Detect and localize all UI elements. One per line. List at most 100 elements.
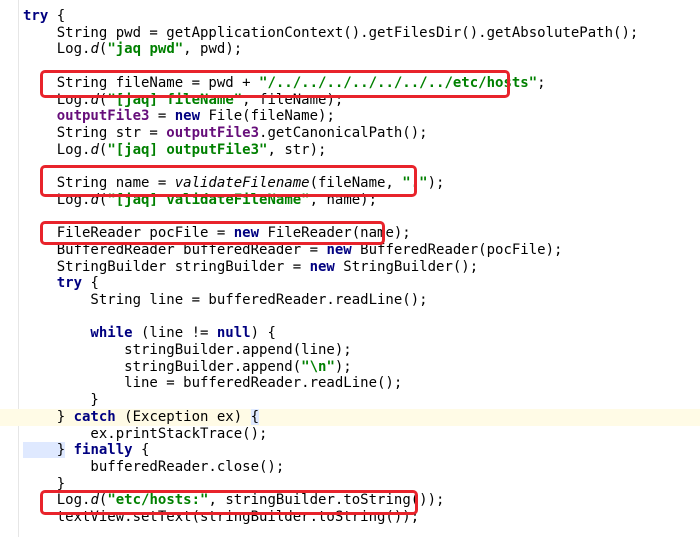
code-token: d	[90, 191, 99, 208]
code-line[interactable]	[0, 58, 700, 75]
code-token: outputFile3	[23, 108, 150, 125]
code-token: "etc/hosts:"	[107, 492, 209, 509]
code-token: String pwd = getApplicationContext().get…	[23, 24, 639, 41]
code-line[interactable]: String line = bufferedReader.readLine();	[0, 292, 700, 309]
code-token: "[jaq] fileName"	[107, 91, 243, 108]
code-line[interactable]	[0, 208, 700, 225]
code-line[interactable]: String str = outputFile3.getCanonicalPat…	[0, 125, 700, 142]
code-token: finally	[73, 442, 133, 459]
code-token: Log.	[23, 191, 91, 208]
code-line[interactable]: }	[0, 392, 700, 409]
code-line[interactable]: String fileName = pwd + "/../../../../..…	[0, 75, 700, 92]
code-token: try	[23, 275, 83, 292]
code-token: String line = bufferedReader.readLine();	[23, 291, 428, 308]
code-token: d	[90, 492, 99, 509]
code-token: null	[216, 325, 251, 342]
code-token: d	[90, 91, 99, 108]
code-token: line = bufferedReader.readLine();	[23, 375, 403, 392]
code-line[interactable]: outputFile3 = new File(fileName);	[0, 108, 700, 125]
code-token: bufferedReader.close();	[23, 458, 285, 475]
code-token: Log.	[23, 492, 91, 509]
code-line[interactable]: StringBuilder stringBuilder = new String…	[0, 259, 700, 276]
code-token: "\n"	[301, 358, 335, 375]
code-line[interactable]: } finally {	[0, 442, 700, 459]
code-editor[interactable]: try { String pwd = getApplicationContext…	[0, 0, 700, 537]
code-line[interactable]: while (line != null) {	[0, 325, 700, 342]
code-token: }	[23, 408, 74, 425]
code-token: FileReader(name);	[259, 225, 411, 242]
code-token: stringBuilder.append(	[23, 358, 302, 375]
code-token: d	[90, 141, 99, 158]
code-token: "[jaq] outputFile3"	[107, 141, 268, 158]
code-token: , pwd);	[183, 41, 243, 58]
code-line[interactable]: try {	[0, 275, 700, 292]
code-token: , fileName);	[242, 91, 344, 108]
code-line[interactable]: Log.d("[jaq] fileName", fileName);	[0, 92, 700, 109]
code-token: }	[23, 442, 66, 459]
code-line[interactable]: try {	[0, 8, 700, 25]
code-token: File(fileName);	[200, 108, 335, 125]
code-line[interactable]: String name = validateFilename(fileName,…	[0, 175, 700, 192]
code-line[interactable]: line = bufferedReader.readLine();	[0, 375, 700, 392]
code-token: ex.printStackTrace();	[23, 425, 268, 442]
code-line[interactable]: textView.setText(stringBuilder.toString(…	[0, 509, 700, 526]
code-token: while	[23, 325, 133, 342]
code-line[interactable]	[0, 309, 700, 326]
code-token: {	[132, 442, 150, 459]
code-line[interactable]: ex.printStackTrace();	[0, 426, 700, 443]
code-line[interactable]	[0, 158, 700, 175]
code-token: new	[326, 241, 352, 258]
code-line[interactable]: String pwd = getApplicationContext().get…	[0, 25, 700, 42]
code-line[interactable]: stringBuilder.append("\n");	[0, 359, 700, 376]
code-token: d	[90, 41, 99, 58]
code-token: Log.	[23, 141, 91, 158]
code-token: "jaq pwd"	[107, 41, 184, 58]
code-token: , name);	[309, 191, 378, 208]
code-token: (Exception ex)	[115, 408, 251, 425]
code-token: new	[309, 258, 335, 275]
code-token: (line !=	[132, 325, 217, 342]
code-token: new	[174, 108, 201, 125]
code-token: Log.	[23, 91, 91, 108]
code-line[interactable]: Log.d("[jaq] outputFile3", str);	[0, 142, 700, 159]
code-token: {	[82, 275, 99, 292]
code-token: }	[23, 475, 66, 492]
code-token: BufferedReader bufferedReader =	[23, 241, 327, 258]
code-line[interactable]: Log.d("jaq pwd", pwd);	[0, 41, 700, 58]
code-token: =	[149, 108, 175, 125]
code-token: "[jaq] validateFileName"	[107, 191, 310, 208]
code-token: try	[23, 8, 49, 24]
code-line[interactable]: stringBuilder.append(line);	[0, 342, 700, 359]
code-token: new	[233, 225, 260, 242]
code-token: .getCanonicalPath();	[259, 124, 428, 141]
code-token: validateFilename	[174, 175, 310, 191]
code-token: );	[427, 175, 445, 191]
code-token: StringBuilder stringBuilder =	[23, 258, 310, 275]
code-line[interactable]: bufferedReader.close();	[0, 459, 700, 476]
code-token: ) {	[250, 325, 276, 342]
code-line[interactable]: Log.d("etc/hosts:", stringBuilder.toStri…	[0, 492, 700, 509]
code-token: FileReader pocFile =	[23, 225, 234, 242]
code-token: textView.setText(stringBuilder.toString(…	[23, 509, 420, 525]
code-token: stringBuilder.append(line);	[23, 342, 352, 358]
code-line[interactable]: FileReader pocFile = new FileReader(name…	[0, 225, 700, 242]
code-token: {	[250, 408, 260, 425]
code-token: }	[23, 392, 99, 409]
code-token: catch	[73, 408, 116, 425]
code-line[interactable]: }	[0, 476, 700, 493]
code-token: ;	[537, 74, 546, 91]
code-line[interactable]: BufferedReader bufferedReader = new Buff…	[0, 242, 700, 259]
code-token: String fileName = pwd +	[23, 74, 260, 91]
code-token: StringBuilder();	[334, 258, 479, 275]
code-line[interactable]: } catch (Exception ex) {	[0, 408, 700, 426]
code-token: BufferedReader(pocFile);	[351, 241, 563, 258]
code-token: , str);	[267, 141, 327, 158]
code-line[interactable]: Log.d("[jaq] validateFileName", name);	[0, 192, 700, 209]
code-token: String str =	[23, 124, 167, 141]
code-token: {	[48, 8, 66, 24]
code-token: Log.	[23, 41, 91, 58]
code-token: "/../../../../../../../etc/hosts"	[259, 74, 538, 91]
code-token: , stringBuilder.toString());	[208, 492, 445, 509]
code-token: (fileName,	[309, 175, 403, 191]
